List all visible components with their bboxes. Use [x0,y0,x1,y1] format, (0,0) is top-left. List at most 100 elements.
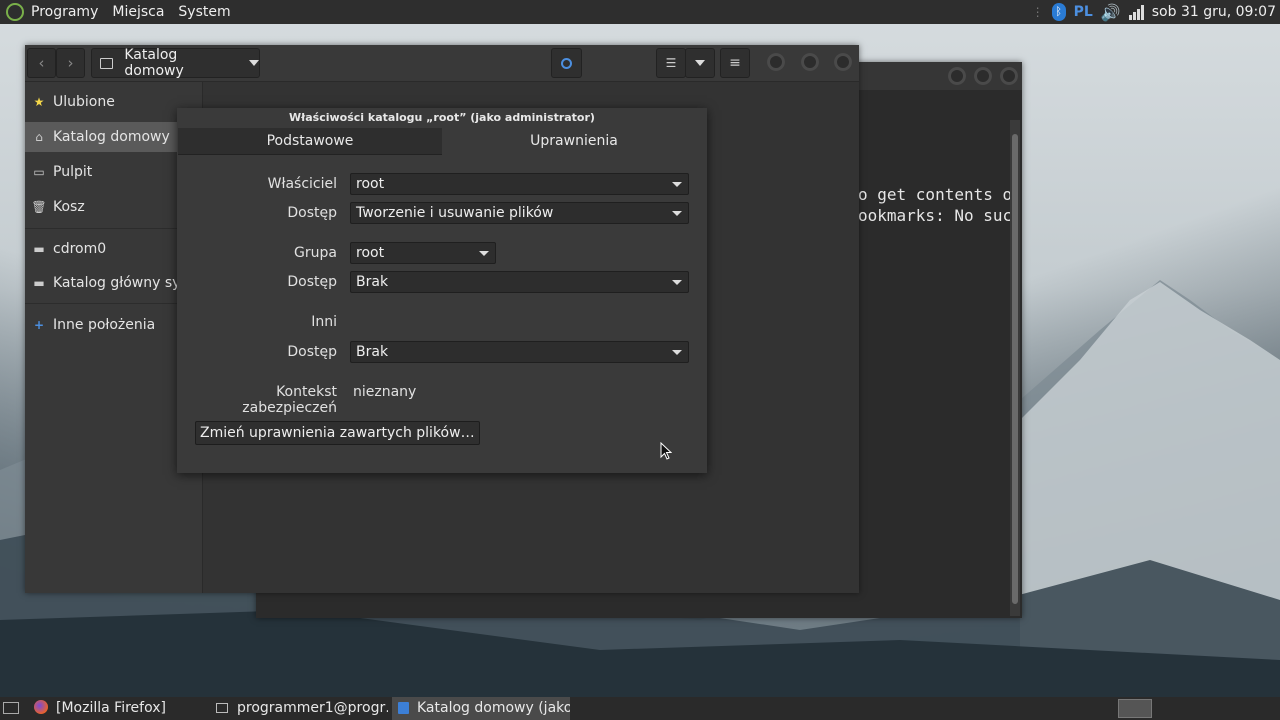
sidebar-item-label: Pulpit [53,164,93,180]
search-button[interactable] [551,48,582,78]
sidebar-item-label: cdrom0 [53,241,107,257]
hamburger-icon: ≡ [729,55,741,71]
plus-icon: + [33,318,45,332]
sidebar-item-cdrom0[interactable]: ▬ cdrom0 [25,234,202,264]
chevron-down-icon [249,60,259,66]
network-signal-icon[interactable] [1128,4,1144,20]
location-label: Katalog domowy [124,47,184,79]
security-context-label: Kontekst zabezpieczeń [242,384,337,416]
owner-access-value: Tworzenie i usuwanie plików [356,205,554,221]
back-button[interactable]: ‹ [27,48,56,78]
sidebar-item-ulubione[interactable]: ★ Ulubione [25,87,202,117]
group-access-label: Dostęp [287,274,337,290]
mouse-cursor-icon [660,442,672,460]
group-combo[interactable]: root [350,242,496,264]
owner-value: root [356,176,385,192]
home-folder-icon [100,57,114,69]
menu-system[interactable]: System [171,0,237,24]
sidebar-item-katalog-domowy[interactable]: ⌂ Katalog domowy [25,122,202,152]
trash-icon: 🗑 [31,200,47,214]
volume-icon[interactable]: 🔊 [1101,3,1121,22]
chevron-down-icon [479,251,489,256]
owner-combo[interactable]: root [350,173,689,195]
owner-access-label: Dostęp [287,205,337,221]
taskbar-item-firefox[interactable]: [Mozilla Firefox] [34,697,209,720]
sidebar-item-label: Inne położenia [53,317,156,333]
others-access-label: Dostęp [287,344,337,360]
location-button[interactable]: Katalog domowy [91,47,260,79]
clock[interactable]: sob 31 gru, 09:07 [1152,4,1276,20]
owner-label: Właściciel [267,176,337,192]
minimize-button[interactable] [948,67,966,85]
others-access-combo[interactable]: Brak [350,341,689,363]
terminal-scrollbar[interactable] [1010,120,1020,616]
others-access-value: Brak [356,344,389,360]
sidebar-item-label: Katalog domowy [53,129,170,145]
chevron-down-icon [672,350,682,355]
change-contents-permissions-button[interactable]: Zmień uprawnienia zawartych plików… [195,421,480,445]
firefox-icon [34,700,48,714]
search-icon [561,57,572,69]
minimize-button[interactable] [767,53,785,71]
app-menu-icon[interactable] [6,3,24,21]
menu-miejsca[interactable]: Miejsca [105,0,171,24]
forward-arrow-icon: › [67,54,74,72]
drive-icon: ▬ [33,276,45,290]
menu-button[interactable]: ≡ [720,48,750,78]
bluetooth-icon[interactable]: ᛒ [1051,3,1066,21]
close-button[interactable] [834,53,852,71]
chevron-down-icon [672,211,682,216]
tab-uprawnienia[interactable]: Uprawnienia [442,128,706,155]
group-access-combo[interactable]: Brak [350,271,689,293]
sidebar-separator [25,303,202,304]
chevron-down-icon [695,60,705,66]
sidebar-item-katalog-glowny[interactable]: ▬ Katalog główny sys… [25,268,202,298]
menu-programy[interactable]: Programy [24,0,105,24]
folder-icon [398,702,409,714]
desktop-folder-icon: ▭ [33,165,45,179]
workspace-switcher-icon[interactable] [1118,699,1152,718]
dialog-title[interactable]: Właściwości katalogu „root” (jako admini… [177,108,707,128]
sidebar-item-kosz[interactable]: 🗑 Kosz [25,192,202,222]
show-desktop-icon[interactable] [3,702,19,714]
maximize-button[interactable] [974,67,992,85]
group-label: Grupa [294,245,337,261]
terminal-line: o get contents o [858,185,1010,204]
keyboard-layout-indicator[interactable]: PL [1074,4,1093,20]
list-view-button[interactable]: ☰ [656,48,686,78]
back-arrow-icon: ‹ [38,54,45,72]
taskbar-item-label: programmer1@progr… [237,700,388,716]
taskbar-item-terminal[interactable]: programmer1@progr… [216,697,388,720]
properties-dialog: Właściwości katalogu „root” (jako admini… [177,108,707,473]
close-button[interactable] [1000,67,1018,85]
maximize-button[interactable] [801,53,819,71]
taskbar-item-file-manager[interactable]: Katalog domowy (jako … [392,697,570,720]
dialog-tabs: Podstawowe Uprawnienia [177,128,707,155]
terminal-icon [216,703,228,713]
taskbar-item-label: [Mozilla Firefox] [56,700,166,716]
sidebar-item-label: Kosz [53,199,85,215]
taskbar-item-label: Katalog domowy (jako … [417,700,570,716]
file-manager-headerbar[interactable]: ‹ › Katalog domowy ☰ ≡ [25,45,859,82]
sidebar-item-inne-polozenia[interactable]: + Inne położenia [25,310,202,340]
view-options-button[interactable] [685,48,715,78]
tab-podstawowe[interactable]: Podstawowe [178,128,442,155]
owner-access-combo[interactable]: Tworzenie i usuwanie plików [350,202,689,224]
drive-icon: ▬ [33,242,45,256]
forward-button[interactable]: › [56,48,85,78]
group-value: root [356,245,385,261]
bottom-panel: [Mozilla Firefox] programmer1@progr… Kat… [0,697,1280,720]
terminal-output: o get contents o ookmarks: No suc [858,184,1010,226]
chevron-down-icon [672,182,682,187]
scrollbar-thumb[interactable] [1012,134,1018,604]
sidebar-item-pulpit[interactable]: ▭ Pulpit [25,157,202,187]
group-access-value: Brak [356,274,389,290]
system-tray: ⋮ ᛒ PL 🔊 sob 31 gru, 09:07 [1032,0,1280,24]
tray-handle-icon: ⋮ [1031,5,1044,19]
home-folder-icon: ⌂ [35,130,43,144]
list-view-icon: ☰ [665,56,677,70]
terminal-line: ookmarks: No suc [858,206,1010,225]
star-icon: ★ [33,95,45,109]
others-label: Inni [311,314,337,330]
security-context-value: nieznany [353,384,417,400]
